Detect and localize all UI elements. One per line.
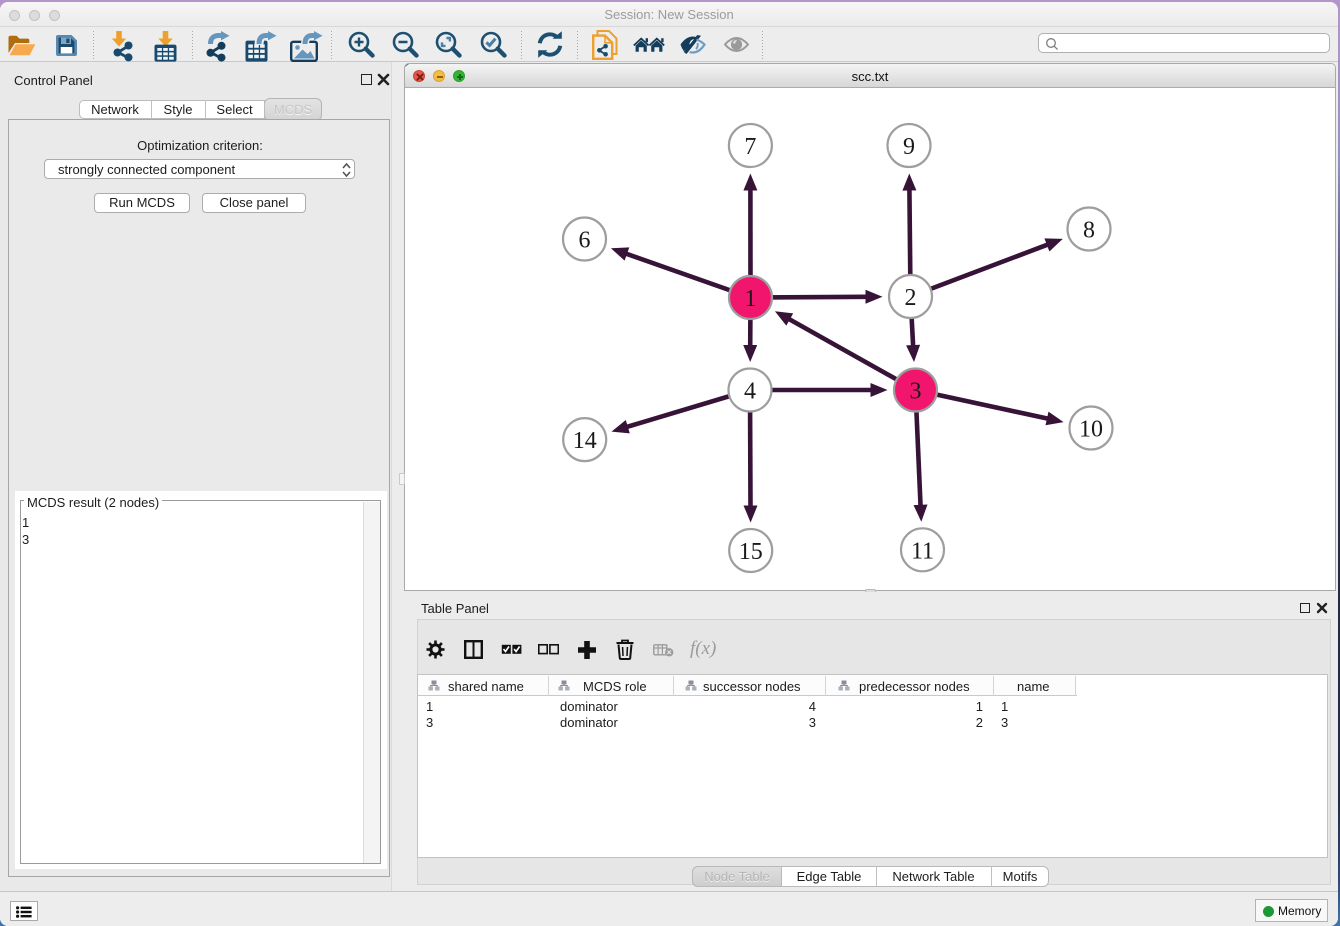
svg-text:1: 1 xyxy=(745,286,757,312)
svg-text:14: 14 xyxy=(573,428,597,454)
svg-text:7: 7 xyxy=(744,134,756,160)
svg-text:6: 6 xyxy=(579,228,591,254)
svg-text:15: 15 xyxy=(739,539,763,565)
svg-text:10: 10 xyxy=(1079,417,1103,443)
svg-text:2: 2 xyxy=(905,285,917,311)
svg-text:3: 3 xyxy=(910,379,922,405)
svg-text:9: 9 xyxy=(903,134,915,160)
svg-text:8: 8 xyxy=(1083,218,1095,244)
svg-text:11: 11 xyxy=(911,538,934,564)
svg-text:4: 4 xyxy=(744,379,756,405)
